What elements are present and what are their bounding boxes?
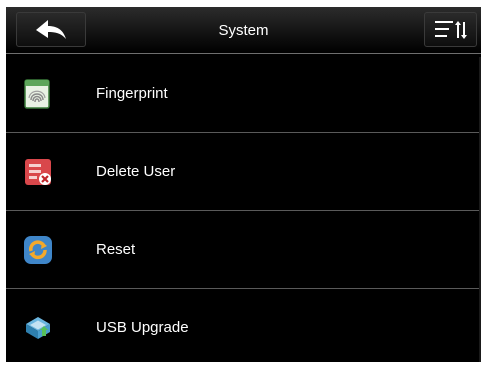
- menu-item-usb-upgrade[interactable]: USB Upgrade: [6, 289, 481, 362]
- back-button[interactable]: [16, 12, 86, 47]
- device-screen: System Fingerprint Delete User Reset USB…: [6, 7, 481, 362]
- back-arrow-icon: [36, 19, 66, 39]
- page-title: System: [218, 22, 269, 39]
- reset-icon: [24, 236, 52, 264]
- header-bar: System: [6, 7, 481, 54]
- menu-item-delete-user[interactable]: Delete User: [6, 133, 481, 211]
- fingerprint-icon: [24, 79, 50, 109]
- menu-item-fingerprint[interactable]: Fingerprint: [6, 55, 481, 133]
- usb-upgrade-icon: [26, 317, 50, 339]
- sort-menu-icon: [434, 20, 467, 39]
- delete-user-icon: [25, 159, 51, 185]
- menu-item-reset[interactable]: Reset: [6, 211, 481, 289]
- scrollbar[interactable]: [479, 57, 481, 362]
- menu-item-label: Reset: [96, 241, 136, 258]
- system-menu-list: Fingerprint Delete User Reset USB Upgrad…: [6, 55, 481, 362]
- sort-menu-button[interactable]: [424, 12, 477, 47]
- menu-item-label: Fingerprint: [96, 85, 168, 102]
- menu-item-label: Delete User: [96, 163, 176, 180]
- menu-item-label: USB Upgrade: [96, 319, 189, 336]
